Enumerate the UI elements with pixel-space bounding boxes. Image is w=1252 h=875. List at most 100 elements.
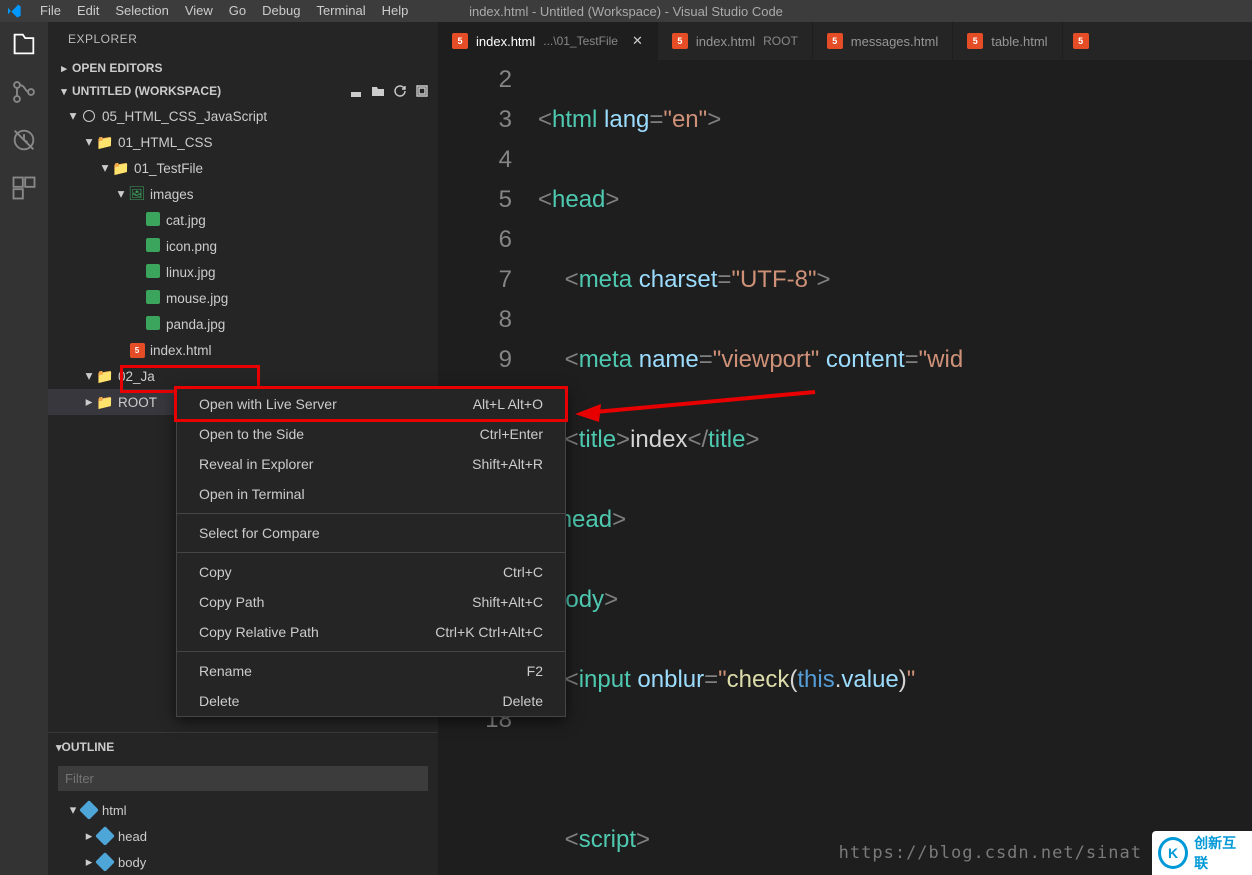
tree-folder[interactable]: ▾05_HTML_CSS_JavaScript <box>48 103 438 129</box>
explorer-icon[interactable] <box>10 30 38 58</box>
tree-label: 01_TestFile <box>134 161 203 176</box>
circle-icon <box>83 110 95 122</box>
folder-icon <box>112 160 130 177</box>
tab-messages[interactable]: 5 messages.html <box>813 22 953 60</box>
folder-icon <box>96 368 114 385</box>
tree-file[interactable]: linux.jpg <box>48 259 438 285</box>
outline-item[interactable]: ▾html <box>48 797 438 823</box>
ctx-open-live-server[interactable]: Open with Live ServerAlt+L Alt+O <box>177 389 565 419</box>
image-file-icon <box>144 212 162 229</box>
annotation-arrow <box>565 386 825 428</box>
workspace-header[interactable]: UNTITLED (WORKSPACE) <box>48 79 438 103</box>
collapse-icon[interactable] <box>414 83 430 99</box>
tree-label: 05_HTML_CSS_JavaScript <box>102 109 267 124</box>
tree-label: panda.jpg <box>166 317 225 332</box>
html-file-icon: 5 <box>128 343 146 358</box>
ctx-open-terminal[interactable]: Open in Terminal <box>177 479 565 509</box>
tree-label: linux.jpg <box>166 265 216 280</box>
outline-item[interactable]: ▸body <box>48 849 438 875</box>
tab-index-root[interactable]: 5 index.html ROOT <box>658 22 813 60</box>
tree-label: images <box>150 187 194 202</box>
code-content: <html lang="en"> <head> <meta charset="U… <box>538 60 1252 875</box>
tab-path: ROOT <box>763 34 798 48</box>
workspace-label: UNTITLED (WORKSPACE) <box>72 84 221 98</box>
menu-edit[interactable]: Edit <box>69 0 107 22</box>
tree-folder[interactable]: ▾01_HTML_CSS <box>48 129 438 155</box>
images-folder-icon: 🖼 <box>128 186 146 202</box>
ctx-separator <box>177 513 565 514</box>
context-menu: Open with Live ServerAlt+L Alt+O Open to… <box>176 388 566 717</box>
symbol-icon <box>96 855 114 869</box>
html-file-icon: 5 <box>827 33 843 49</box>
ctx-open-side[interactable]: Open to the SideCtrl+Enter <box>177 419 565 449</box>
workspace-actions <box>348 83 430 99</box>
outline-filter-input[interactable] <box>58 766 428 791</box>
new-file-icon[interactable] <box>348 83 364 99</box>
tab-path: ...\01_TestFile <box>543 34 618 48</box>
badge-logo-icon: K <box>1158 837 1188 869</box>
tree-label: index.html <box>150 343 212 358</box>
refresh-icon[interactable] <box>392 83 408 99</box>
tab-table[interactable]: 5 table.html <box>953 22 1062 60</box>
menu-selection[interactable]: Selection <box>107 0 176 22</box>
activity-bar <box>0 22 48 875</box>
ctx-copy-path[interactable]: Copy PathShift+Alt+C <box>177 587 565 617</box>
menu-bar: File Edit Selection View Go Debug Termin… <box>0 0 1252 22</box>
ctx-rename[interactable]: RenameF2 <box>177 656 565 686</box>
symbol-icon <box>80 803 98 817</box>
tree-file[interactable]: mouse.jpg <box>48 285 438 311</box>
symbol-icon <box>96 829 114 843</box>
ctx-select-compare[interactable]: Select for Compare <box>177 518 565 548</box>
outline-label: body <box>118 855 146 870</box>
menu-help[interactable]: Help <box>374 0 417 22</box>
html-file-icon: 5 <box>967 33 983 49</box>
tab-label: table.html <box>991 34 1047 49</box>
ctx-reveal-explorer[interactable]: Reveal in ExplorerShift+Alt+R <box>177 449 565 479</box>
ctx-copy-rel-path[interactable]: Copy Relative PathCtrl+K Ctrl+Alt+C <box>177 617 565 647</box>
menu-view[interactable]: View <box>177 0 221 22</box>
menu-go[interactable]: Go <box>221 0 254 22</box>
extensions-icon[interactable] <box>10 174 38 202</box>
tabs: 5 index.html ...\01_TestFile ✕ 5 index.h… <box>438 22 1252 60</box>
close-icon[interactable]: ✕ <box>632 33 643 49</box>
image-file-icon <box>144 316 162 333</box>
outline-header[interactable]: OUTLINE <box>48 732 438 760</box>
outline-label: html <box>102 803 127 818</box>
chevron-right-icon <box>56 62 72 75</box>
menu-terminal[interactable]: Terminal <box>308 0 373 22</box>
tree-file[interactable]: panda.jpg <box>48 311 438 337</box>
outline-item[interactable]: ▸head <box>48 823 438 849</box>
tree-label: 02_Ja <box>118 369 155 384</box>
tree-label: cat.jpg <box>166 213 206 228</box>
badge-logo-text: 创新互联 <box>1194 833 1246 873</box>
folder-icon <box>96 134 114 151</box>
tree-file[interactable]: icon.png <box>48 233 438 259</box>
scm-icon[interactable] <box>10 78 38 106</box>
outline-label: OUTLINE <box>62 740 115 754</box>
watermark-text: https://blog.csdn.net/sinat <box>839 843 1142 863</box>
ctx-separator <box>177 552 565 553</box>
html-file-icon: 5 <box>672 33 688 49</box>
ctx-delete[interactable]: DeleteDelete <box>177 686 565 716</box>
debug-icon[interactable] <box>10 126 38 154</box>
html-file-icon: 5 <box>452 33 468 49</box>
tree-file-index[interactable]: 5 index.html <box>48 337 438 363</box>
tree-label: ROOT <box>118 395 157 410</box>
tab-label: index.html <box>696 34 755 49</box>
sidebar-title: EXPLORER <box>48 22 438 57</box>
menu-file[interactable]: File <box>32 0 69 22</box>
menu-debug[interactable]: Debug <box>254 0 308 22</box>
ctx-copy[interactable]: CopyCtrl+C <box>177 557 565 587</box>
image-file-icon <box>144 290 162 307</box>
vscode-logo-icon <box>6 3 22 19</box>
tab-overflow[interactable]: 5 <box>1063 22 1099 60</box>
tree-file[interactable]: cat.jpg <box>48 207 438 233</box>
ctx-separator <box>177 651 565 652</box>
tree-folder[interactable]: ▾🖼images <box>48 181 438 207</box>
new-folder-icon[interactable] <box>370 83 386 99</box>
tree-label: 01_HTML_CSS <box>118 135 213 150</box>
tree-folder[interactable]: ▾01_TestFile <box>48 155 438 181</box>
outline-filter <box>48 760 438 797</box>
tab-index-testfile[interactable]: 5 index.html ...\01_TestFile ✕ <box>438 22 658 60</box>
open-editors-header[interactable]: OPEN EDITORS <box>48 57 438 79</box>
